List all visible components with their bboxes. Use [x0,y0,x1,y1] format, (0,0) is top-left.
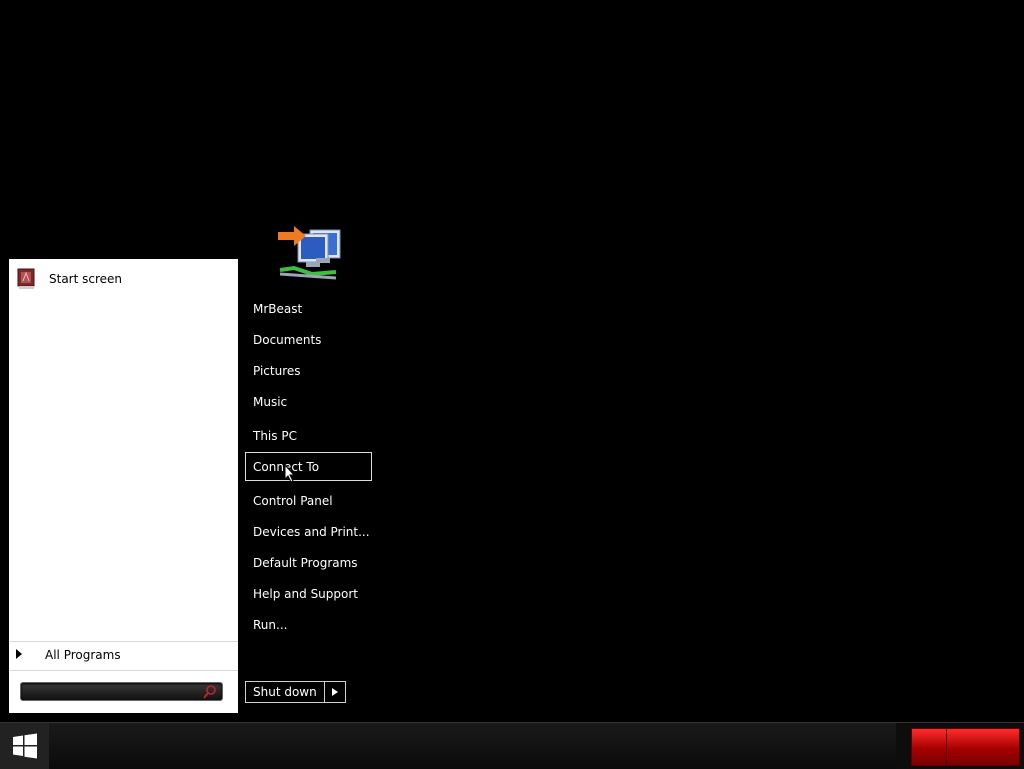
all-programs-button[interactable]: All Programs [15,645,121,665]
divider [9,641,238,642]
notification-tray [896,723,1024,769]
right-item-default-programs[interactable]: Default Programs [253,554,358,572]
start-screen-tile-icon [15,267,39,291]
shutdown-control: Shut down [245,681,346,703]
start-button[interactable] [0,723,49,769]
chevron-right-icon [331,688,338,696]
right-item-user[interactable]: MrBeast [253,300,302,318]
tray-button[interactable] [911,728,947,766]
shutdown-button[interactable]: Shut down [246,682,325,702]
pinned-item-start-screen[interactable]: Start screen [15,265,122,293]
taskbar [0,722,1024,769]
right-item-help-support[interactable]: Help and Support [253,585,358,603]
right-item-run[interactable]: Run... [253,616,287,634]
right-item-control-panel[interactable]: Control Panel [253,492,333,510]
start-menu-left-pane: Start screen All Programs [9,259,238,713]
all-programs-label: All Programs [45,648,121,662]
right-item-documents[interactable]: Documents [253,331,321,349]
pinned-item-label: Start screen [49,272,123,286]
search-icon[interactable] [202,684,218,700]
network-connect-icon[interactable] [276,222,344,288]
right-item-music[interactable]: Music [253,393,287,411]
play-arrow-icon [15,648,23,662]
right-item-pictures[interactable]: Pictures [253,362,301,380]
search-input[interactable] [20,682,223,701]
mouse-cursor-icon [284,463,296,483]
right-item-this-pc[interactable]: This PC [253,427,297,445]
right-item-devices-printers[interactable]: Devices and Print... [253,523,370,541]
shutdown-options-button[interactable] [325,682,345,702]
tray-button[interactable] [946,728,1020,766]
windows-logo-icon [12,733,37,759]
divider [9,670,238,671]
